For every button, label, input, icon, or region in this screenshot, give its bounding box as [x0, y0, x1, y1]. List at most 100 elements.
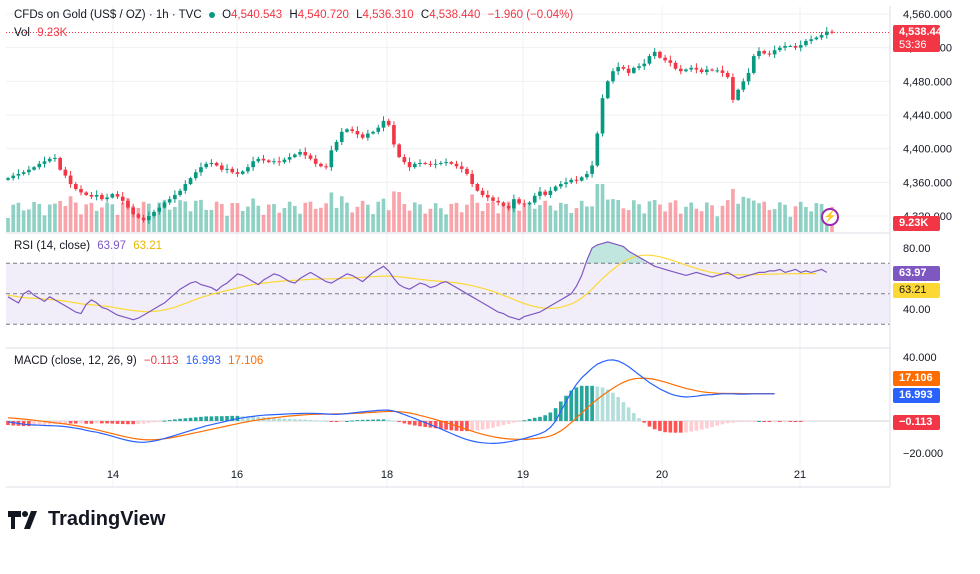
- volume-bar: [459, 212, 464, 232]
- macd-tick-label: 40.000: [903, 352, 937, 364]
- macd-hist-bar: [157, 421, 162, 422]
- candle-body: [136, 214, 141, 218]
- volume-bar: [485, 203, 490, 232]
- candle-body: [371, 131, 375, 134]
- candle-body: [465, 168, 469, 174]
- candle-body: [277, 161, 282, 163]
- volume-bar: [21, 210, 26, 232]
- macd-hist-bar: [355, 420, 360, 422]
- macd-hist-bar: [673, 421, 678, 433]
- candle-body: [329, 150, 334, 168]
- macd-legend: MACD (close, 12, 26, 9) −0.113 16.993 17…: [14, 355, 267, 367]
- volume-bar: [287, 201, 292, 232]
- volume-bar: [470, 194, 474, 232]
- macd-hist-bar: [293, 419, 297, 421]
- volume-bar: [454, 202, 459, 232]
- volume-bar: [532, 208, 537, 232]
- price-tick-label: 4,360.000: [903, 177, 952, 189]
- candle-body: [193, 172, 198, 179]
- candle-body: [590, 165, 594, 174]
- candle-body: [741, 81, 746, 90]
- volume-bar: [793, 206, 798, 232]
- macd-hist-bar: [600, 387, 605, 421]
- macd-hist-bar: [360, 419, 365, 421]
- volume-bar: [616, 200, 621, 232]
- candle-body: [746, 72, 751, 82]
- volume-bar: [120, 202, 125, 232]
- macd-hist-bar: [167, 420, 172, 422]
- macd-hist-bar: [605, 389, 610, 421]
- last-price-tag: 4,538.440 53:36: [893, 25, 948, 52]
- high-label: H: [289, 9, 298, 21]
- macd-hist-bar: [110, 421, 115, 424]
- chart-canvas[interactable]: 4,560.0004,520.0004,480.0004,440.0004,40…: [0, 0, 980, 574]
- volume-bar: [173, 206, 177, 232]
- macd-hist-bar: [105, 421, 109, 424]
- volume-bar: [334, 207, 339, 232]
- volume-bar: [371, 214, 375, 232]
- macd-title[interactable]: MACD (close, 12, 26, 9): [14, 355, 137, 367]
- candle-body: [699, 69, 704, 73]
- macd-hist-bar: [345, 421, 349, 422]
- volume-bar: [6, 218, 10, 232]
- macd-hist-bar: [699, 421, 704, 430]
- volume-bar: [11, 204, 16, 232]
- candle-body: [188, 178, 193, 185]
- macd-hist-bar: [79, 421, 83, 424]
- volume-bar: [345, 202, 349, 232]
- volume-bar: [741, 196, 746, 232]
- candle-body: [282, 159, 287, 163]
- vol-label[interactable]: Vol: [14, 27, 30, 39]
- macd-value-tag: 16.993: [893, 388, 940, 403]
- volume-bar: [439, 208, 443, 232]
- volume-bar: [94, 210, 99, 232]
- volume-bar: [79, 214, 83, 232]
- open-value: 4,540.543: [231, 9, 283, 21]
- volume-bar: [689, 202, 694, 232]
- macd-hist-bar: [188, 417, 193, 421]
- volume-bar: [188, 211, 193, 232]
- tradingview-logo[interactable]: TradingView: [8, 508, 165, 531]
- candle-body: [298, 152, 302, 155]
- candle-body: [689, 67, 694, 70]
- macd-hist-bar: [517, 421, 521, 422]
- volume-bar: [319, 207, 323, 232]
- macd-hist-bar: [339, 421, 344, 422]
- macd-signal-tag: 17.106: [893, 371, 940, 386]
- volume-bar: [392, 191, 396, 232]
- macd-hist-bar: [694, 421, 699, 431]
- flash-icon[interactable]: ⚡: [821, 208, 839, 226]
- rsi-ma-tag: 63.21: [893, 283, 940, 298]
- symbol-title[interactable]: CFDs on Gold (US$ / OZ) · 1h · TVC: [14, 9, 202, 21]
- candle-body: [428, 163, 433, 165]
- macd-hist-bar: [407, 421, 412, 425]
- volume-bar: [214, 201, 219, 232]
- candle-body: [397, 144, 401, 158]
- volume-bar: [465, 204, 469, 232]
- rsi-title[interactable]: RSI (14, close): [14, 240, 90, 252]
- macd-hist-bar: [715, 421, 720, 426]
- macd-hist-bar: [84, 421, 89, 424]
- volume-bar: [652, 200, 657, 232]
- candle-body: [423, 162, 428, 164]
- macd-hist-bar: [89, 421, 94, 424]
- candle-body: [668, 60, 673, 63]
- macd-hist-bar: [219, 416, 224, 421]
- candle-body: [167, 199, 172, 203]
- macd-hist-bar: [313, 420, 318, 422]
- macd-hist-bar: [131, 421, 135, 425]
- candle-body: [532, 195, 537, 203]
- candle-body: [162, 202, 167, 208]
- candle-body: [449, 162, 454, 164]
- volume-bar: [298, 213, 302, 232]
- volume-bar: [397, 192, 401, 232]
- macd-hist-bar: [178, 418, 182, 421]
- candle-body: [678, 68, 683, 72]
- macd-hist-bar: [475, 421, 480, 431]
- macd-hist-bar: [100, 421, 104, 424]
- candle-body: [94, 194, 99, 197]
- volume-bar: [538, 205, 542, 232]
- time-tick-label: 14: [107, 469, 119, 481]
- volume-bar: [527, 203, 532, 232]
- macd-hist-bar: [146, 421, 151, 423]
